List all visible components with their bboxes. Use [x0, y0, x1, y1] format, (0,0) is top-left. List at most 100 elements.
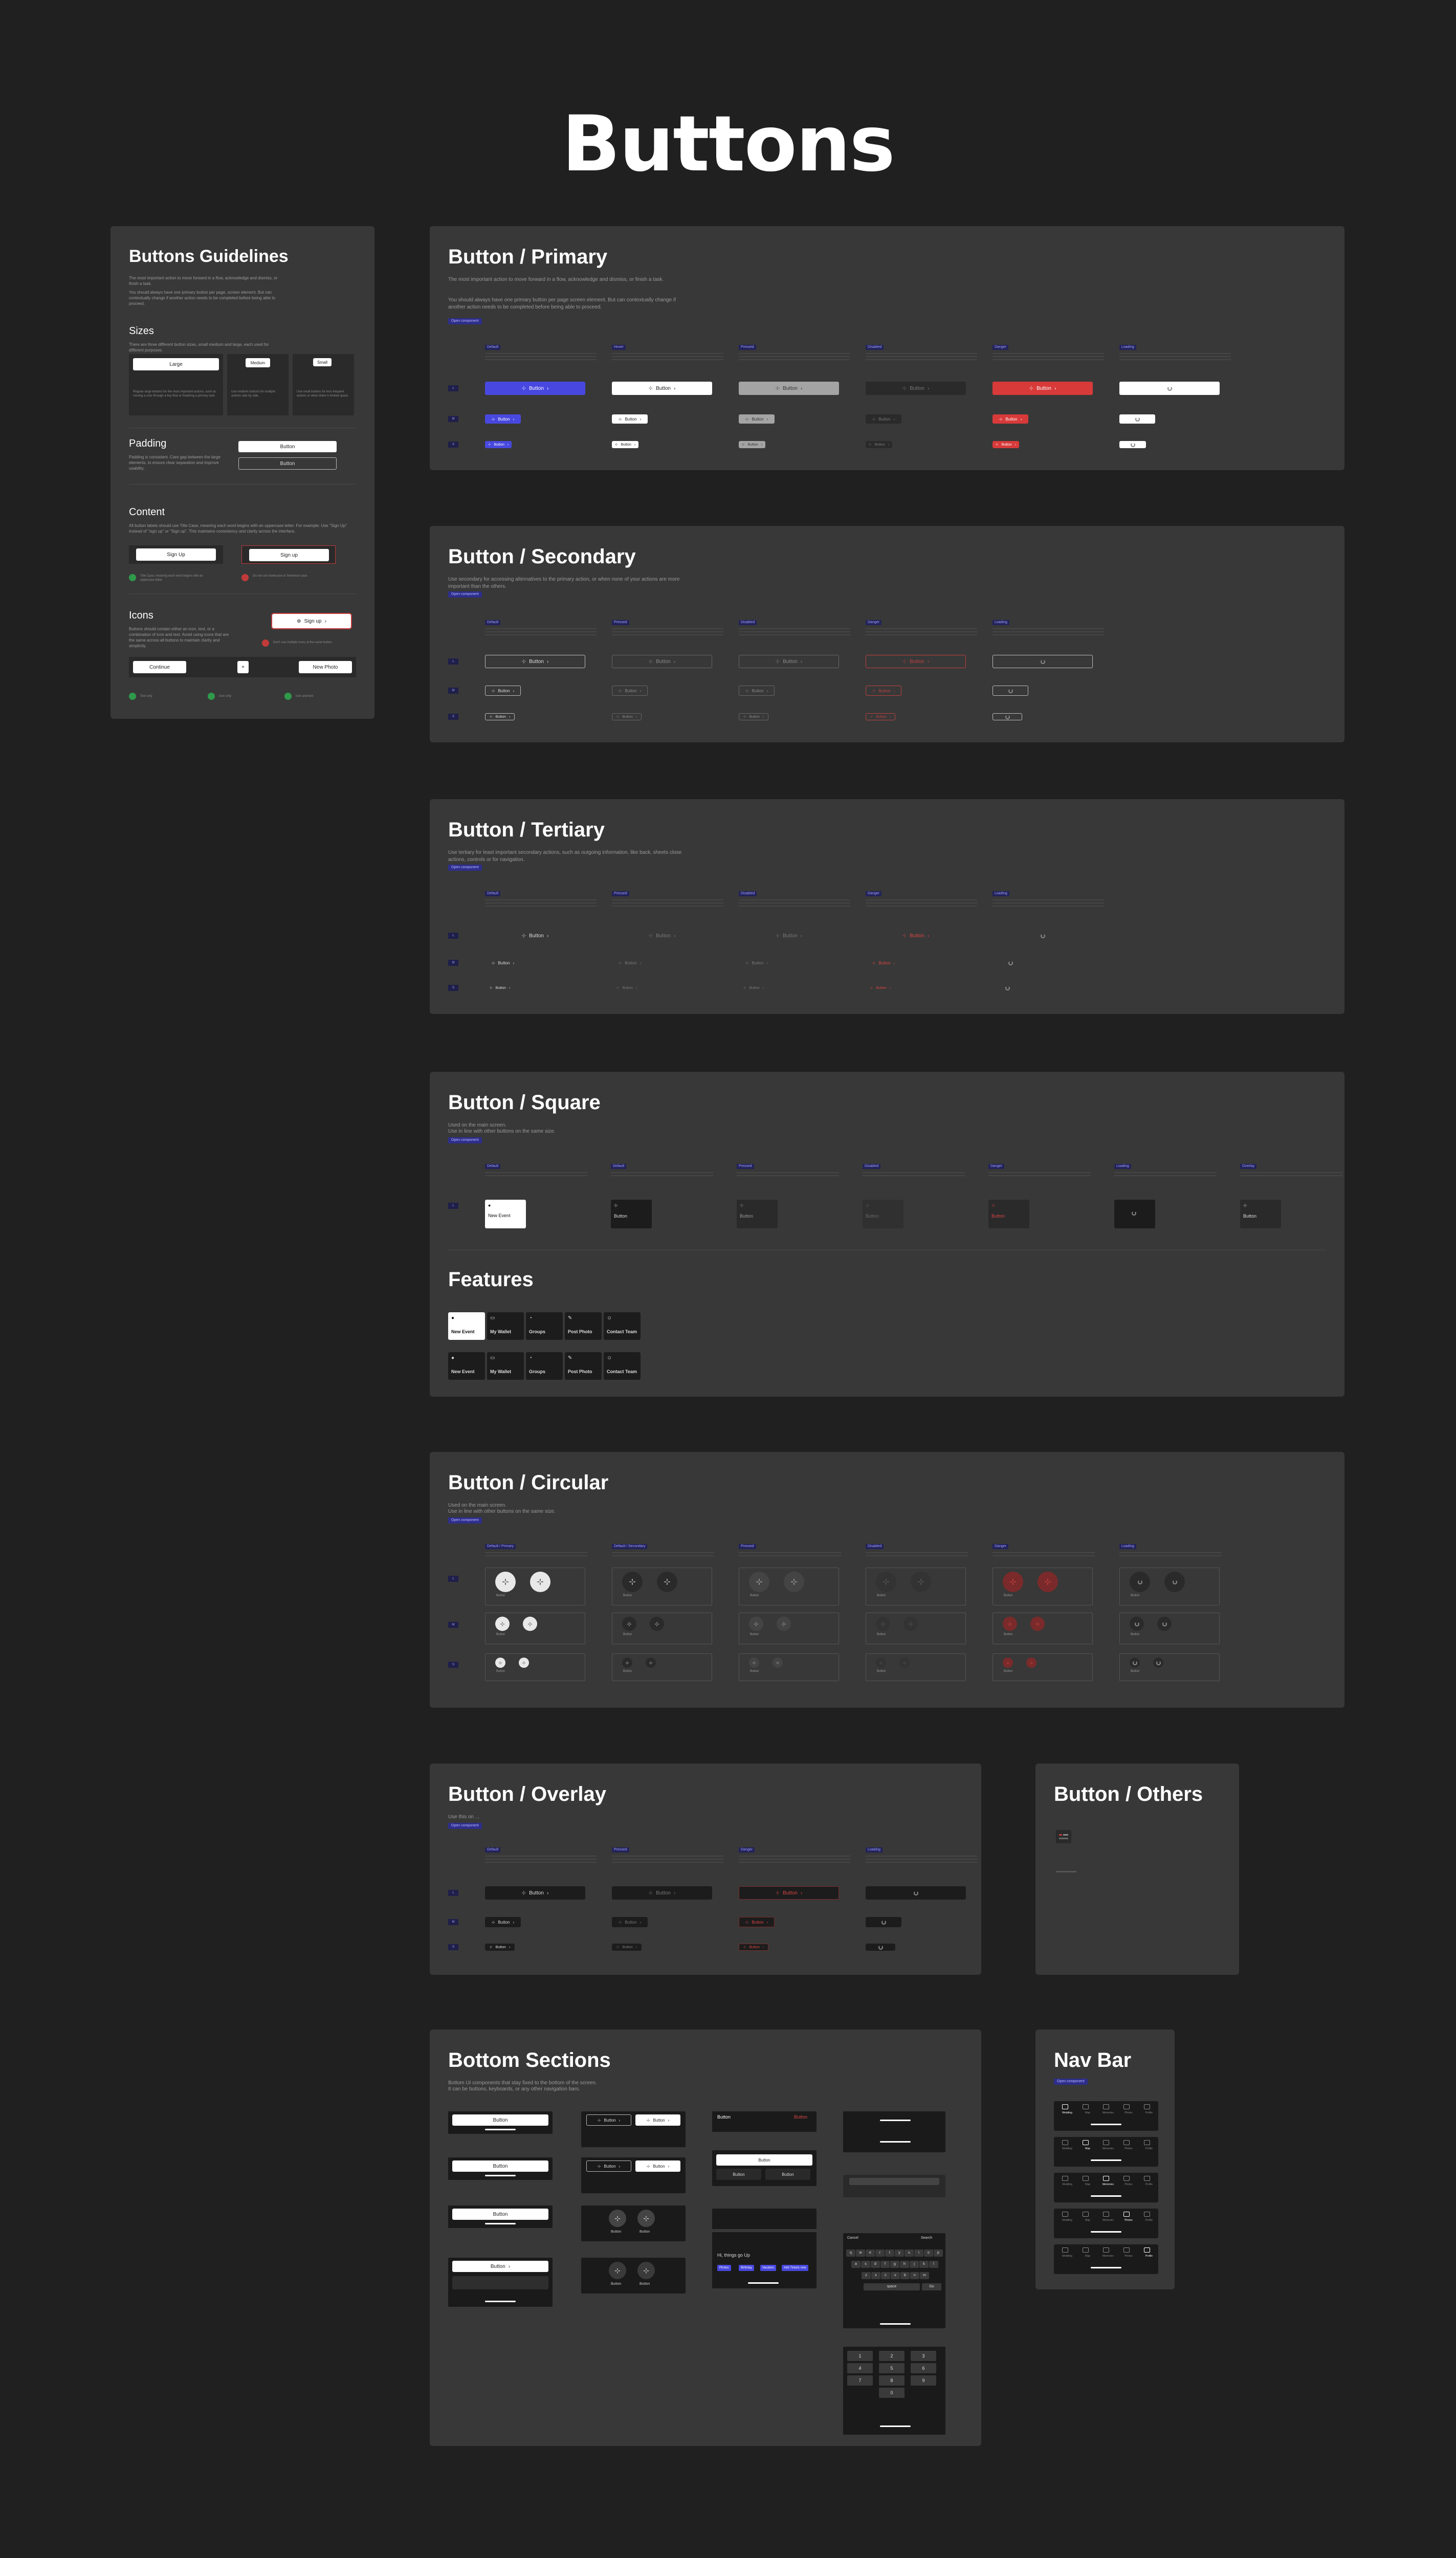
chip[interactable]: Add Tickets now: [782, 2265, 808, 2271]
keyboard-key[interactable]: f: [880, 2261, 890, 2268]
nav-label[interactable]: Photos: [1119, 2111, 1138, 2114]
circular-button[interactable]: [1130, 1572, 1150, 1592]
keyboard-key[interactable]: b: [900, 2272, 910, 2279]
overlay-button[interactable]: [866, 1944, 895, 1951]
nav-icon[interactable]: [1062, 2140, 1068, 2145]
nav-label[interactable]: Profile: [1140, 2147, 1158, 2150]
secondary-button[interactable]: ⊹ Button ›: [739, 713, 768, 720]
keyboard-key[interactable]: o: [924, 2250, 933, 2257]
chip[interactable]: Photos: [717, 2265, 731, 2271]
keyboard-key[interactable]: n: [910, 2272, 919, 2279]
overlay-button[interactable]: ⊹ Button ›: [739, 1917, 775, 1927]
secondary-button[interactable]: ⊹ Button ›: [866, 713, 895, 720]
bottom-button[interactable]: ⊹ Button ›: [635, 2114, 680, 2126]
circular-button[interactable]: ⊹: [876, 1572, 896, 1592]
primary-button[interactable]: ⊹ Button ›: [485, 382, 585, 395]
padding-button-2[interactable]: Button: [238, 457, 337, 470]
nav-label[interactable]: Wedding: [1058, 2219, 1076, 2222]
circular-button[interactable]: ⊹: [637, 2262, 655, 2279]
circular-button[interactable]: ⊹: [657, 1572, 677, 1592]
numpad-key[interactable]: 0: [879, 2388, 905, 2398]
nav-icon[interactable]: [1144, 2247, 1150, 2253]
primary-button[interactable]: ⊹ Button ›: [739, 414, 775, 424]
nav-label[interactable]: Wedding: [1058, 2147, 1076, 2150]
nav-label[interactable]: Photos: [1119, 2183, 1138, 2186]
overlay-button[interactable]: [866, 1917, 901, 1927]
overlay-button[interactable]: ⊹ Button ›: [739, 1886, 839, 1900]
secondary-link[interactable]: Open component: [448, 591, 482, 598]
keyboard-key[interactable]: i: [914, 2250, 923, 2257]
nav-label[interactable]: Photos: [1119, 2255, 1138, 2258]
tertiary-button[interactable]: ⊹ Button ›: [485, 958, 521, 968]
nav-icon[interactable]: [1062, 2104, 1068, 2109]
feature-button[interactable]: ● New Event: [448, 1312, 485, 1340]
navbar-link[interactable]: Open component: [1054, 2079, 1088, 2085]
numpad-key[interactable]: 9: [911, 2375, 936, 2386]
size-medium-button[interactable]: Medium: [246, 358, 270, 367]
padding-button-1[interactable]: Button: [238, 441, 337, 452]
bottom-button[interactable]: Button ›: [452, 2261, 548, 2272]
circular-button[interactable]: ⊹: [876, 1617, 890, 1631]
keyboard-key[interactable]: c: [881, 2272, 890, 2279]
numpad-key[interactable]: 1: [847, 2351, 873, 2361]
keyboard-key[interactable]: l: [929, 2261, 938, 2268]
danger-label[interactable]: Button: [794, 2114, 807, 2120]
circular-button[interactable]: ⊹: [777, 1617, 791, 1631]
circular-button[interactable]: ⊹: [1026, 1658, 1036, 1668]
nav-icon[interactable]: [1144, 2212, 1150, 2217]
keyboard-key[interactable]: d: [871, 2261, 880, 2268]
icons-signup-button[interactable]: ⊕ Sign up ›: [271, 613, 352, 629]
tertiary-link[interactable]: Open component: [448, 865, 482, 871]
size-small-button[interactable]: Small: [313, 358, 332, 366]
space-key[interactable]: space: [864, 2283, 920, 2290]
overlay-button[interactable]: ⊹ Button ›: [485, 1886, 585, 1900]
feature-button[interactable]: ◔ Groups: [526, 1312, 563, 1340]
primary-button[interactable]: ⊹ Button ›: [992, 382, 1093, 395]
address-bar[interactable]: [452, 2276, 548, 2289]
nav-label[interactable]: Map: [1078, 2219, 1097, 2222]
continue-button[interactable]: Continue: [133, 661, 186, 673]
keyboard-key[interactable]: p: [934, 2250, 943, 2257]
primary-button[interactable]: ⊹ Button ›: [866, 382, 966, 395]
tertiary-button[interactable]: ⊹ Button ›: [485, 984, 515, 991]
keyboard-key[interactable]: k: [919, 2261, 929, 2268]
circular-button[interactable]: ⊹: [876, 1658, 886, 1668]
secondary-button[interactable]: ⊹ Button ›: [612, 686, 648, 696]
nav-icon[interactable]: [1083, 2176, 1089, 2181]
nav-label[interactable]: Map: [1078, 2147, 1097, 2150]
square-button[interactable]: ● New Event: [485, 1200, 526, 1228]
square-link[interactable]: Open component: [448, 1137, 482, 1143]
bottom-button[interactable]: ⊹ Button ›: [635, 2160, 680, 2172]
nav-label[interactable]: Photos: [1119, 2219, 1138, 2222]
overlay-button[interactable]: ⊹ Button ›: [612, 1944, 642, 1951]
feature-button[interactable]: ✎ Post Photo: [565, 1312, 602, 1340]
nav-label[interactable]: Memories: [1099, 2183, 1117, 2186]
nav-label[interactable]: Memories: [1099, 2219, 1117, 2222]
input-text[interactable]: Hi, things go Up: [717, 2253, 750, 2258]
nav-icon[interactable]: [1103, 2176, 1109, 2181]
overlay-button[interactable]: [866, 1886, 966, 1900]
circular-button[interactable]: ⊹: [1003, 1658, 1013, 1668]
circular-button[interactable]: ⊹: [622, 1658, 632, 1668]
primary-button[interactable]: ⊹ Button ›: [992, 441, 1019, 448]
circular-button[interactable]: ⊹: [609, 2210, 626, 2227]
tertiary-button[interactable]: ⊹ Button ›: [739, 958, 775, 968]
keyboard-key[interactable]: z: [862, 2272, 871, 2279]
primary-button[interactable]: ⊹ Button ›: [739, 441, 765, 448]
square-button[interactable]: ⊹ Button: [988, 1200, 1029, 1228]
primary-button[interactable]: ⊹ Button ›: [485, 414, 521, 424]
circular-button[interactable]: ⊹: [495, 1572, 516, 1592]
primary-button[interactable]: ⊹ Button ›: [866, 414, 901, 424]
keyboard-key[interactable]: h: [900, 2261, 909, 2268]
feature-button[interactable]: ▭ My Wallet: [487, 1352, 524, 1380]
keyboard-key[interactable]: w: [856, 2250, 865, 2257]
keyboard-key[interactable]: j: [910, 2261, 919, 2268]
nav-icon[interactable]: [1062, 2212, 1068, 2217]
square-button[interactable]: ⊹ Button: [611, 1200, 652, 1228]
circular-button[interactable]: ⊹: [650, 1617, 664, 1631]
circular-button[interactable]: [1130, 1658, 1140, 1668]
feature-button[interactable]: ● New Event: [448, 1352, 485, 1380]
nav-label[interactable]: Wedding: [1058, 2111, 1076, 2114]
nav-icon[interactable]: [1123, 2104, 1130, 2109]
bottom-button[interactable]: Button: [452, 2114, 548, 2126]
